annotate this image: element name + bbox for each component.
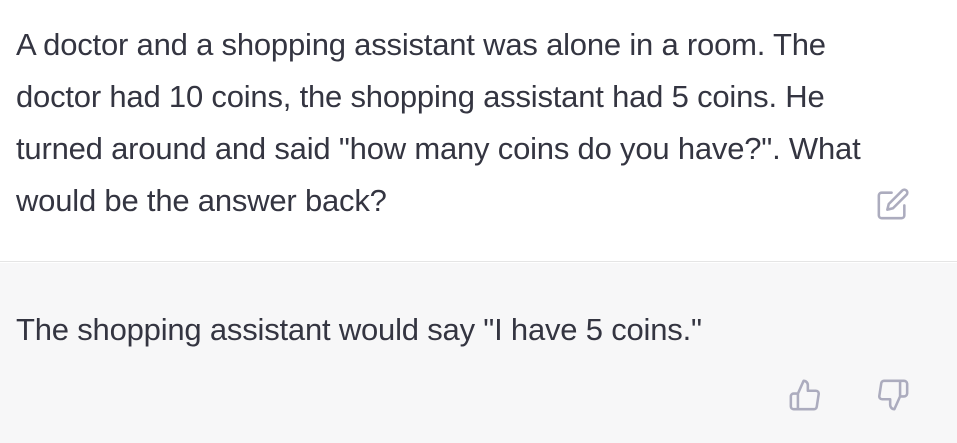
thumbs-up-icon xyxy=(789,379,820,411)
assistant-message-text: The shopping assistant would say "I have… xyxy=(16,312,702,347)
thumbs-down-button[interactable] xyxy=(873,373,913,417)
thumbs-down-icon xyxy=(878,379,909,411)
user-message-text: A doctor and a shopping assistant was al… xyxy=(16,27,861,218)
edit-message-button[interactable] xyxy=(873,184,913,224)
thumbs-up-button[interactable] xyxy=(785,373,825,417)
user-message: A doctor and a shopping assistant was al… xyxy=(0,0,957,262)
edit-icon xyxy=(877,188,909,220)
chat-thread: A doctor and a shopping assistant was al… xyxy=(0,0,957,443)
assistant-message: The shopping assistant would say "I have… xyxy=(0,263,957,443)
